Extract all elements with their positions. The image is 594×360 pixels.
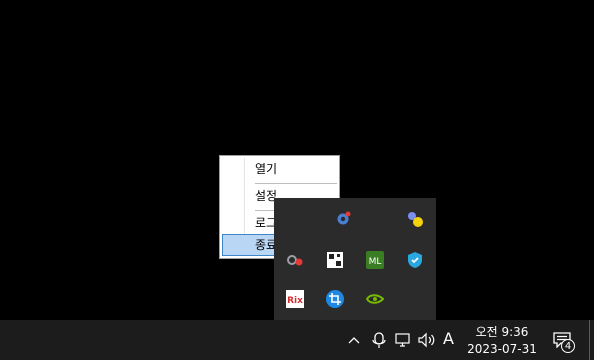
show-hidden-icons-chevron-icon[interactable]: [347, 330, 361, 350]
menu-separator: [255, 183, 337, 184]
crop-icon[interactable]: [326, 290, 344, 308]
taskbar: A 오전 9:36 2023-07-31: [0, 320, 594, 360]
ml-icon[interactable]: ML: [366, 251, 384, 269]
dots-yellow-icon[interactable]: [406, 210, 424, 228]
show-desktop-button[interactable]: [589, 320, 590, 360]
rix-icon[interactable]: Rix: [286, 290, 304, 308]
svg-text:Rix: Rix: [287, 296, 303, 306]
menu-item-open[interactable]: 열기: [222, 158, 337, 180]
camera-mic-icon[interactable]: [371, 330, 387, 350]
volume-icon[interactable]: [417, 330, 437, 350]
qr-icon[interactable]: [326, 251, 344, 269]
svg-text:ML: ML: [369, 257, 382, 267]
notification-count-badge: 4: [561, 339, 575, 353]
google-icon[interactable]: [286, 251, 304, 269]
nvidia-icon[interactable]: [366, 290, 384, 308]
clock-date: 2023-07-31: [467, 342, 537, 356]
clock[interactable]: 오전 9:36 2023-07-31: [462, 320, 542, 360]
shield-icon[interactable]: [406, 251, 424, 269]
clock-time: 오전 9:36: [475, 325, 529, 339]
tray-overflow-panel: ML Rix: [274, 198, 436, 320]
network-icon[interactable]: [394, 330, 412, 350]
ime-mode-indicator[interactable]: A: [443, 329, 454, 348]
settings-gear-icon[interactable]: [334, 210, 352, 228]
